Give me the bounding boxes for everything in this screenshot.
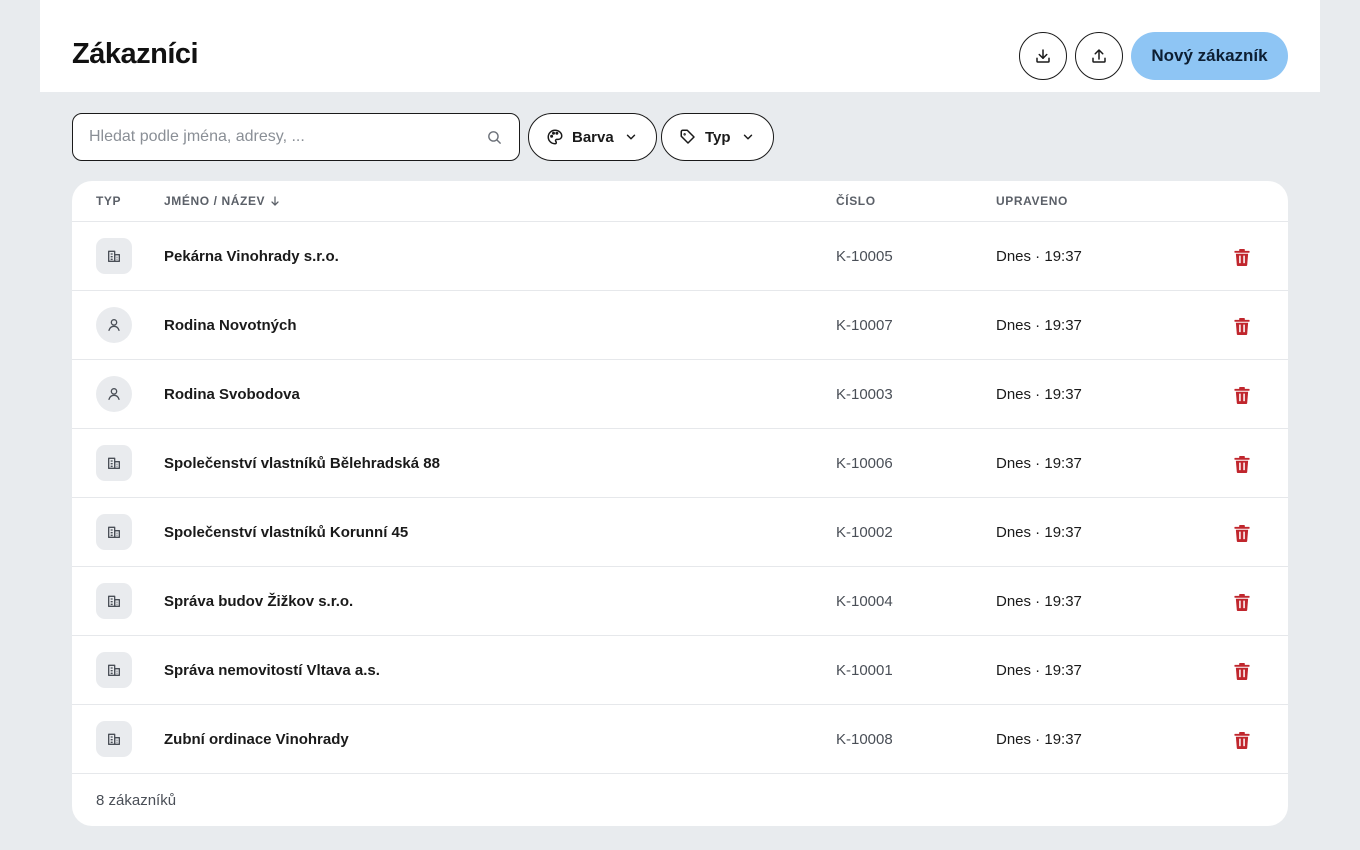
customer-name[interactable]: Rodina Svobodova bbox=[164, 386, 300, 403]
upload-icon bbox=[1092, 49, 1106, 63]
customer-modified: Dnes · 19:37 bbox=[996, 731, 1082, 748]
person-icon bbox=[96, 376, 132, 412]
palette-icon bbox=[547, 129, 563, 145]
trash-icon bbox=[1234, 731, 1250, 749]
building-icon bbox=[96, 652, 132, 688]
delete-button[interactable] bbox=[1231, 315, 1253, 337]
building-icon bbox=[96, 721, 132, 757]
table-row[interactable]: Rodina Novotných K-10007 Dnes · 19:37 bbox=[72, 291, 1288, 360]
delete-button[interactable] bbox=[1231, 384, 1253, 406]
delete-button[interactable] bbox=[1231, 246, 1253, 268]
customer-modified: Dnes · 19:37 bbox=[996, 662, 1082, 679]
new-customer-button[interactable]: Nový zákazník bbox=[1131, 32, 1288, 80]
delete-button[interactable] bbox=[1231, 660, 1253, 682]
table-row[interactable]: Správa nemovitostí Vltava a.s. K-10001 Dne… bbox=[72, 636, 1288, 705]
customer-number: K-10003 bbox=[836, 386, 893, 403]
customer-modified: Dnes · 19:37 bbox=[996, 524, 1082, 541]
customer-name[interactable]: Pekárna Vinohrady s.r.o. bbox=[164, 248, 339, 265]
customer-number: K-10005 bbox=[836, 248, 893, 265]
page-header: Zákazníci Nový zákazník bbox=[40, 0, 1320, 92]
column-header-name-label: JMÉNO / NÁZEV bbox=[164, 194, 266, 208]
trash-icon bbox=[1234, 593, 1250, 611]
type-filter-button[interactable]: Typ bbox=[661, 113, 774, 161]
column-header-number[interactable]: ČÍSLO bbox=[836, 194, 876, 208]
color-filter-button[interactable]: Barva bbox=[528, 113, 657, 161]
customer-name[interactable]: Společenství vlastníků Korunní 45 bbox=[164, 524, 408, 541]
customer-modified: Dnes · 19:37 bbox=[996, 593, 1082, 610]
building-icon bbox=[96, 445, 132, 481]
customer-name[interactable]: Správa budov Žižkov s.r.o. bbox=[164, 593, 353, 610]
building-icon bbox=[96, 238, 132, 274]
table-row[interactable]: Společenství vlastníků Bělehradská 88 K-1… bbox=[72, 429, 1288, 498]
upload-button[interactable] bbox=[1075, 32, 1123, 80]
search-icon bbox=[488, 131, 501, 144]
trash-icon bbox=[1234, 317, 1250, 335]
customer-number: K-10001 bbox=[836, 662, 893, 679]
customer-number: K-10002 bbox=[836, 524, 893, 541]
customer-number: K-10007 bbox=[836, 317, 893, 334]
customer-modified: Dnes · 19:37 bbox=[996, 455, 1082, 472]
type-filter-label: Typ bbox=[705, 128, 731, 146]
person-icon bbox=[96, 307, 132, 343]
table-row[interactable]: Zubní ordinace Vinohrady K-10008 Dnes · 19… bbox=[72, 705, 1288, 774]
customer-number: K-10006 bbox=[836, 455, 893, 472]
customer-number: K-10004 bbox=[836, 593, 893, 610]
trash-icon bbox=[1234, 248, 1250, 266]
search-input[interactable] bbox=[89, 114, 479, 160]
customer-modified: Dnes · 19:37 bbox=[996, 317, 1082, 334]
trash-icon bbox=[1234, 386, 1250, 404]
customer-modified: Dnes · 19:37 bbox=[996, 248, 1082, 265]
tag-icon bbox=[680, 129, 695, 144]
table-header: TYP JMÉNO / NÁZEV ČÍSLO UPRAVENO bbox=[72, 181, 1288, 222]
page-title: Zákazníci bbox=[72, 38, 199, 70]
column-header-type[interactable]: TYP bbox=[96, 194, 121, 208]
column-header-modified[interactable]: UPRAVENO bbox=[996, 194, 1068, 208]
customer-name[interactable]: Rodina Novotných bbox=[164, 317, 297, 334]
building-icon bbox=[96, 583, 132, 619]
column-header-name[interactable]: JMÉNO / NÁZEV bbox=[164, 194, 281, 208]
table-row[interactable]: Rodina Svobodova K-10003 Dnes · 19:37 bbox=[72, 360, 1288, 429]
delete-button[interactable] bbox=[1231, 522, 1253, 544]
delete-button[interactable] bbox=[1231, 591, 1253, 613]
customers-table: TYP JMÉNO / NÁZEV ČÍSLO UPRAVENO Pekárna… bbox=[72, 181, 1288, 826]
chevron-down-icon bbox=[626, 134, 635, 140]
customer-number: K-10008 bbox=[836, 731, 893, 748]
download-icon bbox=[1036, 49, 1050, 63]
customer-name[interactable]: Správa nemovitostí Vltava a.s. bbox=[164, 662, 380, 679]
table-row[interactable]: Společenství vlastníků Korunní 45 K-10002… bbox=[72, 498, 1288, 567]
table-row[interactable]: Pekárna Vinohrady s.r.o. K-10005 Dnes · 19… bbox=[72, 222, 1288, 291]
trash-icon bbox=[1234, 662, 1250, 680]
trash-icon bbox=[1234, 524, 1250, 542]
sort-arrow-down-icon bbox=[271, 196, 279, 206]
chevron-down-icon bbox=[743, 134, 752, 140]
delete-button[interactable] bbox=[1231, 729, 1253, 751]
trash-icon bbox=[1234, 455, 1250, 473]
table-row[interactable]: Správa budov Žižkov s.r.o. K-10004 Dnes · … bbox=[72, 567, 1288, 636]
customer-modified: Dnes · 19:37 bbox=[996, 386, 1082, 403]
delete-button[interactable] bbox=[1231, 453, 1253, 475]
customer-count: 8 zákazníků bbox=[96, 792, 177, 809]
customer-name[interactable]: Společenství vlastníků Bělehradská 88 bbox=[164, 455, 440, 472]
customer-name[interactable]: Zubní ordinace Vinohrady bbox=[164, 731, 349, 748]
download-button[interactable] bbox=[1019, 32, 1067, 80]
color-filter-label: Barva bbox=[572, 128, 614, 146]
search-box[interactable] bbox=[72, 113, 520, 161]
building-icon bbox=[96, 514, 132, 550]
